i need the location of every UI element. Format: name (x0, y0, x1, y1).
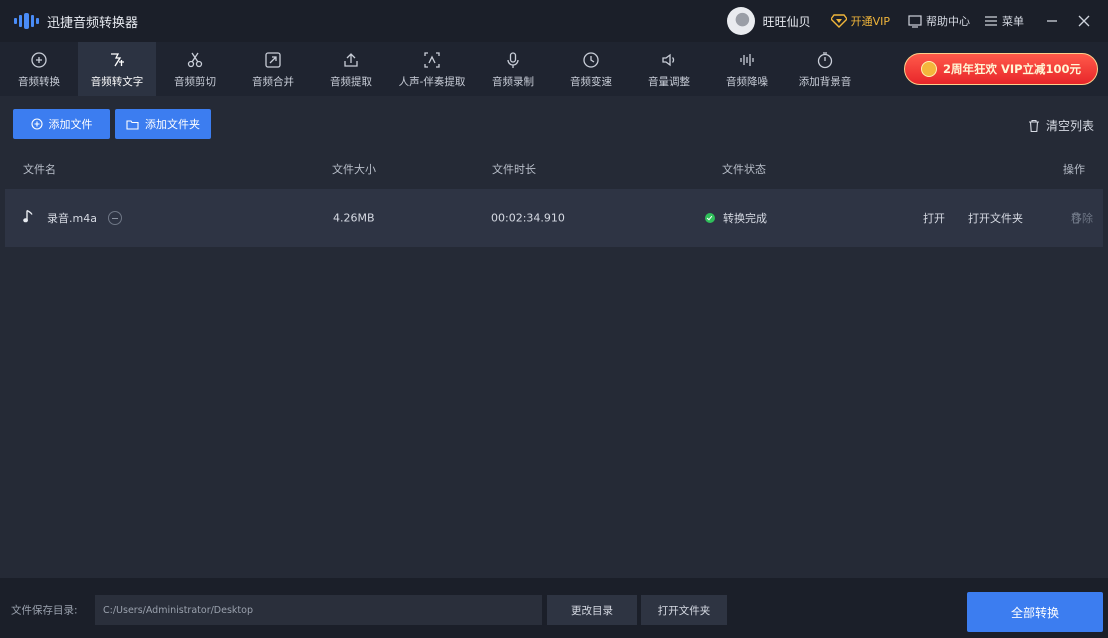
tool-label: 音频转文字 (90, 75, 144, 88)
waveform-icon (738, 50, 756, 70)
convert-all-button[interactable]: 全部转换 (967, 592, 1103, 632)
file-size: 4.26MB (333, 211, 375, 225)
promo-banner[interactable]: 2周年狂欢 VIP立减100元 (904, 53, 1098, 85)
success-check-icon (705, 213, 715, 223)
table-header: 文件名 文件大小 文件时长 文件状态 操作 (5, 152, 1103, 186)
tool-label: 音频剪切 (174, 75, 216, 88)
close-icon (1078, 15, 1090, 27)
tool-audio-to-text[interactable]: 音频转文字 (78, 42, 156, 96)
tool-label: 音频合并 (252, 75, 294, 88)
file-duration: 00:02:34.910 (491, 211, 565, 225)
scissors-icon (186, 50, 204, 70)
tool-noise-reduction[interactable]: 音频降噪 (708, 42, 786, 96)
column-header-actions: 操作 (1063, 163, 1085, 176)
column-header-name: 文件名 (23, 163, 56, 176)
remove-button[interactable]: 移除 (1071, 212, 1093, 225)
save-path-input[interactable] (95, 595, 542, 625)
music-note-icon (23, 209, 33, 227)
convert-icon (30, 50, 48, 70)
minimize-icon (1047, 20, 1057, 22)
collapse-icon[interactable] (108, 211, 122, 225)
feature-toolbar: 音频转换 音频转文字 音频剪切 音频合并 音频提取 人声-伴奏提取 音频录制 音… (0, 42, 1108, 96)
menu-button[interactable]: 菜单 (984, 13, 1024, 29)
tool-label: 音频转换 (18, 75, 60, 88)
tool-label: 音频录制 (492, 75, 534, 88)
open-file-button[interactable]: 打开 (923, 210, 945, 226)
clear-list-button[interactable]: 清空列表 (1028, 117, 1094, 134)
tool-label: 音量调整 (648, 75, 690, 88)
file-status: 转换完成 (723, 212, 767, 225)
tool-add-background-music[interactable]: 添加背景音 (786, 42, 864, 96)
coin-icon (920, 61, 937, 77)
vocal-split-icon (423, 50, 441, 70)
trash-icon (1028, 119, 1039, 132)
timer-icon (816, 50, 834, 70)
minimize-button[interactable] (1038, 7, 1066, 35)
tool-label: 音频变速 (570, 75, 612, 88)
tool-audio-record[interactable]: 音频录制 (474, 42, 552, 96)
add-file-label: 添加文件 (48, 118, 93, 131)
folder-icon (126, 119, 139, 130)
tool-audio-cut[interactable]: 音频剪切 (156, 42, 234, 96)
vip-label: 开通VIP (850, 15, 890, 28)
merge-icon (264, 50, 282, 70)
promo-label: 2周年狂欢 VIP立减100元 (942, 62, 1082, 76)
column-header-status: 文件状态 (722, 163, 766, 176)
file-name: 录音.m4a (47, 212, 97, 225)
microphone-icon (504, 50, 522, 70)
table-row[interactable]: 录音.m4a 4.26MB 00:02:34.910 转换完成 打开 打开文件夹… (5, 189, 1103, 247)
help-label: 帮助中心 (926, 15, 970, 28)
tool-audio-merge[interactable]: 音频合并 (234, 42, 312, 96)
column-header-duration: 文件时长 (492, 163, 536, 176)
app-logo: 迅捷音频转换器 (14, 12, 138, 31)
add-folder-button[interactable]: 添加文件夹 (115, 109, 211, 139)
tool-label: 音频降噪 (726, 75, 768, 88)
plus-circle-icon (30, 118, 43, 130)
help-center-button[interactable]: 帮助中心 (908, 13, 970, 29)
menu-label: 菜单 (1002, 15, 1024, 28)
tool-label: 人声-伴奏提取 (398, 75, 466, 88)
app-logo-icon (14, 13, 39, 29)
tool-volume-adjust[interactable]: 音量调整 (630, 42, 708, 96)
speaker-icon (660, 50, 678, 70)
vip-button[interactable]: 开通VIP (830, 13, 890, 29)
column-header-size: 文件大小 (332, 163, 376, 176)
add-folder-label: 添加文件夹 (145, 118, 200, 131)
open-folder-link[interactable]: 打开文件夹 (968, 210, 1023, 226)
hamburger-icon (985, 16, 997, 26)
upload-icon (342, 50, 360, 70)
save-directory-label: 文件保存目录: (11, 604, 78, 617)
avatar[interactable] (726, 7, 755, 35)
tool-label: 添加背景音 (798, 75, 852, 88)
add-file-button[interactable]: 添加文件 (13, 109, 110, 139)
diamond-icon (830, 14, 847, 28)
open-output-folder-button[interactable]: 打开文件夹 (641, 595, 727, 625)
title-bar: 迅捷音频转换器 旺旺仙贝 开通VIP 帮助中心 菜单 (0, 0, 1108, 42)
tool-label: 音频提取 (330, 75, 372, 88)
remove-label: 移除 (1071, 212, 1093, 225)
speech-to-text-icon (108, 50, 126, 70)
tool-audio-speed[interactable]: 音频变速 (552, 42, 630, 96)
clear-list-label: 清空列表 (1045, 119, 1094, 133)
username[interactable]: 旺旺仙贝 (763, 13, 811, 30)
tool-audio-convert[interactable]: 音频转换 (0, 42, 78, 96)
app-title: 迅捷音频转换器 (47, 15, 139, 31)
clock-icon (582, 50, 600, 70)
close-button[interactable] (1070, 7, 1098, 35)
change-directory-button[interactable]: 更改目录 (547, 595, 637, 625)
help-icon (908, 14, 922, 28)
tool-audio-extract[interactable]: 音频提取 (312, 42, 390, 96)
tool-vocal-extract[interactable]: 人声-伴奏提取 (390, 42, 474, 96)
